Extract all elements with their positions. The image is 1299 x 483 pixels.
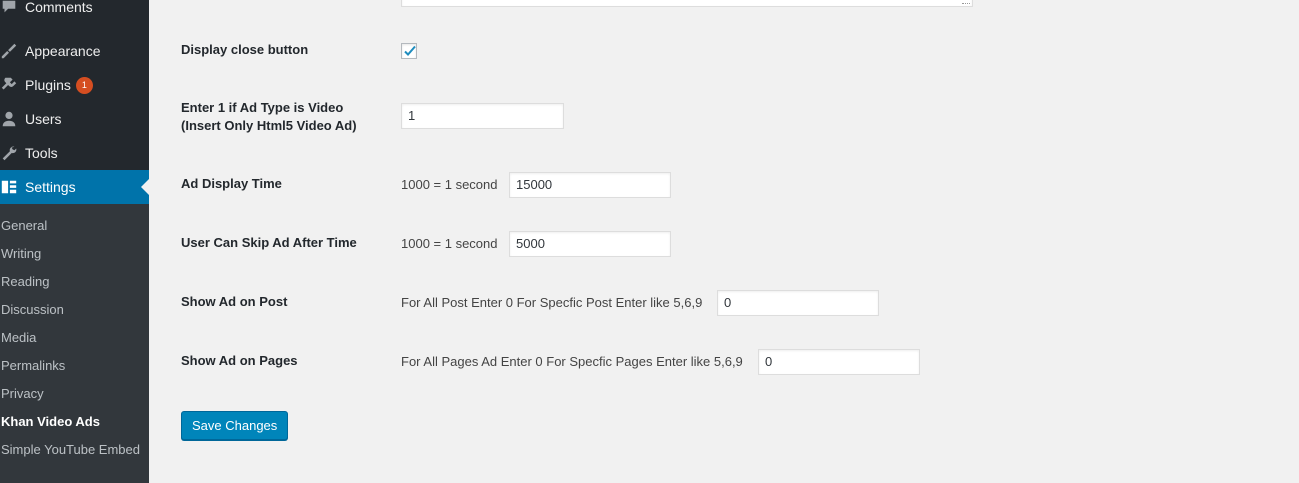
close-button-checkbox[interactable] — [401, 43, 417, 59]
video-type-label: Enter 1 if Ad Type is Video (Insert Only… — [181, 99, 357, 135]
menu-item-comments[interactable]: Comments — [0, 0, 149, 24]
skip-time-description: 1000 = 1 second — [401, 236, 498, 251]
menu-item-tools[interactable]: Tools — [0, 136, 149, 170]
show-pages-label: Show Ad on Pages — [181, 353, 298, 368]
submenu-simple-youtube-embed[interactable]: Simple YouTube Embed — [1, 435, 140, 463]
menu-label-settings: Settings — [25, 179, 76, 195]
settings-icon — [0, 178, 18, 196]
menu-label-tools: Tools — [25, 145, 58, 161]
show-post-input[interactable]: 0 — [717, 290, 879, 316]
submenu-general[interactable]: General — [1, 211, 47, 239]
skip-time-label: User Can Skip Ad After Time — [181, 235, 357, 250]
ad-code-textarea[interactable] — [401, 0, 973, 7]
menu-item-settings[interactable]: Settings — [0, 170, 149, 204]
textarea-resize-handle[interactable] — [962, 0, 970, 4]
submenu-privacy[interactable]: Privacy — [1, 379, 44, 407]
menu-item-users[interactable]: Users — [0, 102, 149, 136]
submenu-reading[interactable]: Reading — [1, 267, 49, 295]
video-type-input[interactable]: 1 — [401, 103, 564, 129]
show-post-label: Show Ad on Post — [181, 294, 288, 309]
display-time-input[interactable]: 15000 — [509, 172, 671, 198]
plugins-update-badge: 1 — [75, 76, 93, 94]
skip-time-input[interactable]: 5000 — [509, 231, 671, 257]
comments-icon — [0, 0, 18, 16]
tools-icon — [0, 144, 18, 162]
display-time-description: 1000 = 1 second — [401, 177, 498, 192]
submenu-khan-video-ads[interactable]: Khan Video Ads — [1, 407, 100, 435]
submenu-media[interactable]: Media — [1, 323, 36, 351]
settings-submenu: General Writing Reading Discussion Media… — [0, 204, 149, 483]
plugins-icon — [0, 76, 18, 94]
checkmark-icon — [404, 45, 416, 56]
menu-label-appearance: Appearance — [25, 43, 101, 59]
video-type-label-line2: (Insert Only Html5 Video Ad) — [181, 118, 357, 133]
users-icon — [0, 110, 18, 128]
show-pages-input[interactable]: 0 — [758, 349, 920, 375]
submenu-discussion[interactable]: Discussion — [1, 295, 64, 323]
close-button-label: Display close button — [181, 42, 309, 57]
menu-item-plugins[interactable]: Plugins 1 — [0, 68, 149, 102]
menu-label-comments: Comments — [25, 0, 93, 15]
show-post-description: For All Post Enter 0 For Specfic Post En… — [401, 295, 703, 310]
submenu-permalinks[interactable]: Permalinks — [1, 351, 65, 379]
submenu-writing[interactable]: Writing — [1, 239, 41, 267]
admin-sidebar: Comments Appearance Plugins 1 Users Tool… — [0, 0, 149, 483]
menu-label-users: Users — [25, 111, 62, 127]
save-changes-button[interactable]: Save Changes — [181, 411, 289, 440]
show-pages-description: For All Pages Ad Enter 0 For Specfic Pag… — [401, 354, 743, 369]
settings-form: Display close button Enter 1 if Ad Type … — [149, 0, 1299, 483]
menu-item-appearance[interactable]: Appearance — [0, 34, 149, 68]
menu-label-plugins: Plugins — [25, 77, 71, 93]
display-time-label: Ad Display Time — [181, 176, 282, 191]
video-type-label-line1: Enter 1 if Ad Type is Video — [181, 100, 344, 115]
appearance-icon — [0, 42, 18, 60]
